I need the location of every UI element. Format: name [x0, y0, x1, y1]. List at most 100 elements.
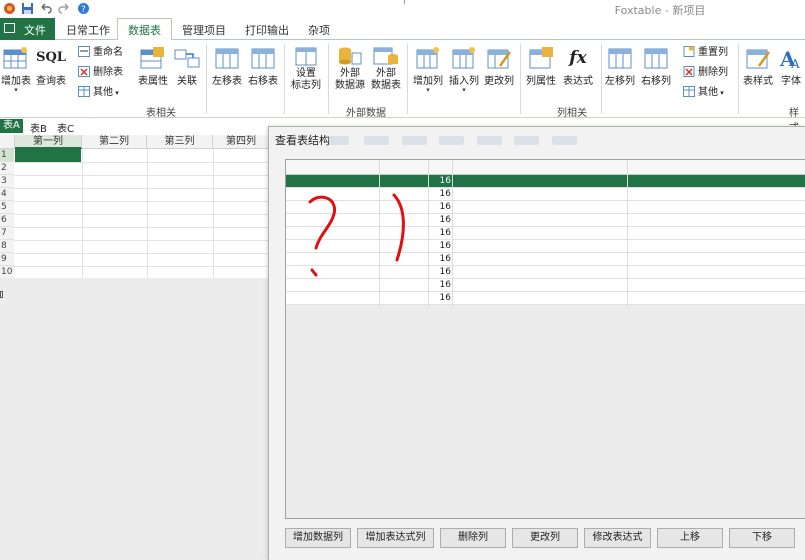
group-column-related: 列相关 [557, 108, 587, 119]
dialog-title: 查看表结构 [275, 134, 330, 147]
move-down-button[interactable]: 下移 [729, 528, 795, 548]
sheet-tab-b[interactable]: 表B [30, 120, 47, 135]
query-table-button[interactable]: SQL 查询表 [34, 46, 68, 87]
file-menu-icon [4, 23, 15, 33]
tab-misc[interactable]: 杂项 [308, 22, 330, 38]
external-table-label-1: 外部 [376, 68, 396, 79]
tab-daily-work[interactable]: 日常工作 [66, 22, 110, 38]
structure-row[interactable]: 16 [286, 292, 805, 305]
sheet-tab-c[interactable]: 表C [57, 120, 74, 135]
row-header[interactable]: 3 [0, 175, 14, 188]
set-flag-column-button[interactable]: 设置 标志列 [288, 46, 324, 92]
move-left-table-label: 左移表 [212, 76, 242, 87]
move-right-column-label: 右移列 [641, 76, 671, 87]
move-right-column-button[interactable]: 右移列 [639, 46, 673, 87]
reset-column-label: 重置列 [698, 47, 728, 58]
add-table-dropdown-icon: ▾ [14, 86, 18, 94]
column-length-cell[interactable]: 16 [428, 227, 451, 240]
move-up-button[interactable]: 上移 [657, 528, 723, 548]
column-length-cell[interactable]: 16 [428, 214, 451, 227]
modify-column-button[interactable]: 更改列 [482, 46, 516, 87]
column-props-button[interactable]: 列属性 [523, 46, 559, 87]
row-header[interactable]: 2 [0, 162, 14, 175]
add-data-column-button[interactable]: 增加数据列 [285, 528, 351, 548]
undo-icon[interactable] [39, 2, 52, 15]
relation-button[interactable]: 关联 [172, 46, 202, 87]
table-props-button[interactable]: 表属性 [134, 46, 172, 87]
move-left-table-icon [215, 48, 239, 69]
delete-column-button[interactable]: 删除列 [683, 65, 728, 80]
help-icon[interactable]: ? [77, 2, 90, 15]
row-header[interactable]: 6 [0, 214, 14, 227]
font-button[interactable]: AA 字体 [778, 46, 804, 87]
move-right-table-button[interactable]: 右移表 [246, 46, 280, 87]
blurred-header-text [364, 136, 389, 145]
grid-column-line [213, 149, 214, 278]
file-tab[interactable]: 文件 [0, 18, 55, 40]
column-length-cell[interactable]: 16 [428, 201, 451, 214]
row-header[interactable]: 9 [0, 253, 14, 266]
blurred-header-text [402, 136, 427, 145]
other-table-button[interactable]: 其他 ▾ [78, 85, 119, 100]
group-separator [284, 44, 285, 114]
move-left-column-button[interactable]: 左移列 [603, 46, 637, 87]
external-table-button[interactable]: 外部 数据表 [368, 46, 404, 92]
tab-data-table[interactable]: 数据表 [117, 18, 172, 41]
column-length-cell[interactable]: 16 [428, 279, 451, 292]
column-length-cell[interactable]: 16 [428, 266, 451, 279]
group-separator [520, 44, 521, 114]
relation-label: 关联 [177, 76, 197, 87]
tab-manage-project[interactable]: 管理项目 [182, 22, 226, 38]
column-length-cell[interactable]: 16 [428, 188, 451, 201]
reset-column-button[interactable]: 重置列 [683, 45, 728, 60]
column-header[interactable]: 第四列 [213, 135, 270, 149]
sheet-tab-a[interactable]: 表A [0, 119, 23, 133]
table-props-label: 表属性 [138, 76, 168, 87]
column-header[interactable]: 第三列 [147, 135, 213, 149]
dialog-button-bar: 增加数据列 增加表达式列 删除列 更改列 修改表达式 上移 下移 [285, 528, 805, 550]
row-header[interactable]: 7 [0, 227, 14, 240]
column-length-cell[interactable]: 16 [428, 253, 451, 266]
resize-handle[interactable] [0, 291, 3, 298]
expression-button[interactable]: fx 表达式 [560, 46, 596, 87]
modify-column-button[interactable]: 更改列 [512, 528, 578, 548]
structure-row[interactable]: 16 [286, 279, 805, 292]
insert-column-button[interactable]: 插入列 ▾ [446, 46, 482, 94]
rename-icon [78, 46, 90, 57]
column-length-cell[interactable]: 16 [428, 175, 451, 188]
column-length-cell[interactable]: 16 [428, 240, 451, 253]
move-right-column-icon [644, 48, 668, 69]
tab-print-output[interactable]: 打印输出 [245, 22, 289, 38]
active-cell[interactable] [15, 149, 81, 162]
column-header[interactable]: 第二列 [82, 135, 147, 149]
modify-expression-button[interactable]: 修改表达式 [584, 528, 651, 548]
other-column-button[interactable]: 其他 ▾ [683, 85, 724, 100]
grid-row-line [14, 201, 270, 202]
add-table-button[interactable]: 增加表 ▾ [0, 46, 32, 94]
rename-button[interactable]: 重命名 [78, 45, 123, 60]
table-style-button[interactable]: 表样式 [741, 46, 775, 87]
redo-icon[interactable] [58, 2, 71, 15]
add-expression-column-button[interactable]: 增加表达式列 [357, 528, 434, 548]
add-table-icon [3, 47, 27, 69]
font-icon: AA [779, 47, 800, 70]
column-length-cell[interactable]: 16 [428, 292, 451, 305]
row-header[interactable]: 8 [0, 240, 14, 253]
blurred-header-text [329, 136, 349, 145]
add-column-button[interactable]: 增加列 ▾ [410, 46, 446, 94]
save-icon[interactable] [21, 2, 34, 15]
row-header[interactable]: 5 [0, 201, 14, 214]
title-separator [404, 0, 405, 4]
set-flag-column-icon [295, 47, 317, 66]
move-left-table-button[interactable]: 左移表 [210, 46, 244, 87]
structure-row[interactable]: 16 [286, 175, 805, 188]
grid-corner[interactable] [0, 135, 15, 149]
column-header[interactable]: 第一列 [15, 135, 82, 149]
other-column-icon [683, 86, 695, 97]
delete-table-button[interactable]: 删除表 [78, 65, 123, 80]
row-header[interactable]: 4 [0, 188, 14, 201]
delete-column-button[interactable]: 删除列 [440, 528, 506, 548]
group-separator [407, 44, 408, 114]
external-source-button[interactable]: 外部 数据源 [332, 46, 368, 92]
row-header[interactable]: 1 [0, 149, 14, 162]
